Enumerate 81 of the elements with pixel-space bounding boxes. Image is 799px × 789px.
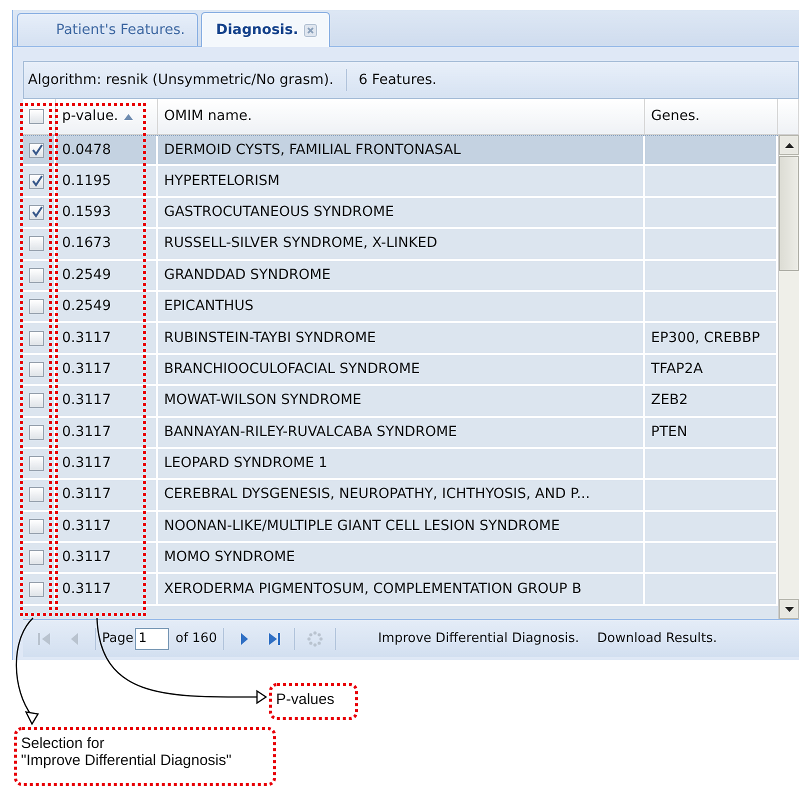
table-row[interactable]: 0.3117 BANNAYAN-RILEY-RUVALCABA SYNDROME PTEN [23,418,778,449]
checkbox[interactable] [29,362,44,377]
tab[interactable]: Diagnosis. [201,12,330,47]
checkbox[interactable] [29,268,44,283]
checkbox[interactable] [29,174,44,189]
checkbox[interactable] [29,109,44,124]
page-count: of 160 [175,630,217,648]
table-cell: DERMOID CYSTS, FAMILIAL FRONTONASAL [158,136,645,164]
scroll-up-icon[interactable] [784,142,794,148]
checkbox[interactable] [29,204,44,220]
page-label: Page [102,630,134,648]
page-input[interactable]: 1 [135,628,170,650]
algorithm-label: Algorithm: resnik (Unsymmetric/No grasm). [28,70,334,90]
checkbox[interactable] [29,487,44,502]
checkbox[interactable] [29,582,44,597]
table-row[interactable]: 0.2549 EPICANTHUS [23,292,778,324]
table-cell: 0.3117 [56,512,158,542]
table-row[interactable]: 0.2549 GRANDDAD SYNDROME [23,260,778,292]
close-icon[interactable] [304,24,318,36]
table-cell: NOONAN-LIKE/MULTIPLE GIANT CELL LESION SYNDROME [158,512,645,542]
table-cell: 0.3117 [56,543,158,572]
table-cell: MOWAT-WILSON SYNDROME [158,386,645,416]
table-cell: 0.3117 [56,448,158,478]
table-cell: EPICANTHUS [158,292,645,322]
table-row[interactable]: 0.1673 RUSSELL-SILVER SYNDROME, X-LINKED [23,229,778,261]
table-cell: MOMO SYNDROME [158,543,645,572]
column-header[interactable]: p-value. [56,99,158,134]
table-cell: CEREBRAL DYSGENESIS, NEUROPATHY, ICHTHYOSIS, AND P... [158,480,645,510]
table-cell: GASTROCUTANEOUS SYNDROME [158,198,645,228]
table-cell: 0.2549 [56,292,158,322]
table-row[interactable]: 0.1195 HYPERTELORISM [23,166,778,198]
table-cell: 0.3117 [56,480,158,510]
table-cell: 0.3117 [56,418,158,447]
table-cell: 0.3117 [56,386,158,416]
table-cell: 0.2549 [56,260,158,290]
sort-ascending-icon [124,114,134,120]
callout-label: P-values [269,683,358,720]
table-cell: 0.3117 [56,574,158,604]
table-cell: HYPERTELORISM [158,166,645,196]
table-row[interactable]: 0.3117 NOONAN-LIKE/MULTIPLE GIANT CELL LESION SYNDROME [23,512,778,544]
checkbox[interactable] [29,456,44,472]
table-cell: 0.0478 [56,136,158,164]
table-cell: 0.1195 [56,166,158,196]
table-row[interactable]: 0.1593 GASTROCUTANEOUS SYNDROME [23,198,778,230]
table-cell: 0.3117 [56,323,158,353]
table-row[interactable]: 0.3117 MOWAT-WILSON SYNDROME ZEB2 [23,386,778,418]
table-row[interactable]: 0.3117 BRANCHIOOCULOFACIAL SYNDROME TFAP2A [23,354,778,386]
table-cell: LEOPARD SYNDROME 1 [158,448,645,478]
action-link[interactable]: Download Results. [589,628,725,648]
table-cell: XERODERMA PIGMENTOSUM, COMPLEMENTATION GROUP B [158,574,645,604]
table-row[interactable]: 0.3117 CEREBRAL DYSGENESIS, NEUROPATHY, ICHTHYOSIS, AND P... [23,480,778,512]
checkbox[interactable] [29,142,44,158]
checkbox[interactable] [29,393,44,408]
checkbox[interactable] [29,299,44,314]
scroll-down-icon[interactable] [784,606,794,612]
scrollbar-thumb[interactable] [779,156,799,271]
action-link[interactable]: Improve Differential Diagnosis. [370,628,588,648]
table-cell: GRANDDAD SYNDROME [158,260,645,290]
checkbox[interactable] [29,330,44,346]
checkbox[interactable] [29,518,44,534]
table-cell: BANNAYAN-RILEY-RUVALCABA SYNDROME [158,418,645,447]
table-cell: 0.3117 [56,354,158,384]
table-row[interactable]: 0.3117 MOMO SYNDROME [23,543,778,574]
callout-label: Selection for "Improve Differential Diagnosis" [14,727,276,786]
table-cell: RUSSELL-SILVER SYNDROME, X-LINKED [158,229,645,259]
checkbox[interactable] [29,236,44,252]
feature-count: 6 Features. [358,70,437,90]
column-header[interactable]: Genes. [645,99,778,134]
table-cell: 0.1593 [56,198,158,228]
table-row[interactable]: 0.3117 RUBINSTEIN-TAYBI SYNDROME EP300, CREBBP [23,323,778,355]
tab[interactable]: Patient's Features. [17,13,198,46]
table-row[interactable]: 0.0478 DERMOID CYSTS, FAMILIAL FRONTONASAL [23,135,778,166]
checkbox[interactable] [29,424,44,440]
table-row[interactable]: 0.3117 LEOPARD SYNDROME 1 [23,448,778,480]
table-cell: BRANCHIOOCULOFACIAL SYNDROME [158,354,645,384]
column-header[interactable]: OMIM name. [158,99,645,134]
table-cell: 0.1673 [56,229,158,259]
checkbox[interactable] [29,550,44,566]
table-cell: RUBINSTEIN-TAYBI SYNDROME [158,323,645,353]
table-row[interactable]: 0.3117 XERODERMA PIGMENTOSUM, COMPLEMENTATION GROUP B [23,574,778,606]
scrollbar[interactable] [778,135,799,619]
